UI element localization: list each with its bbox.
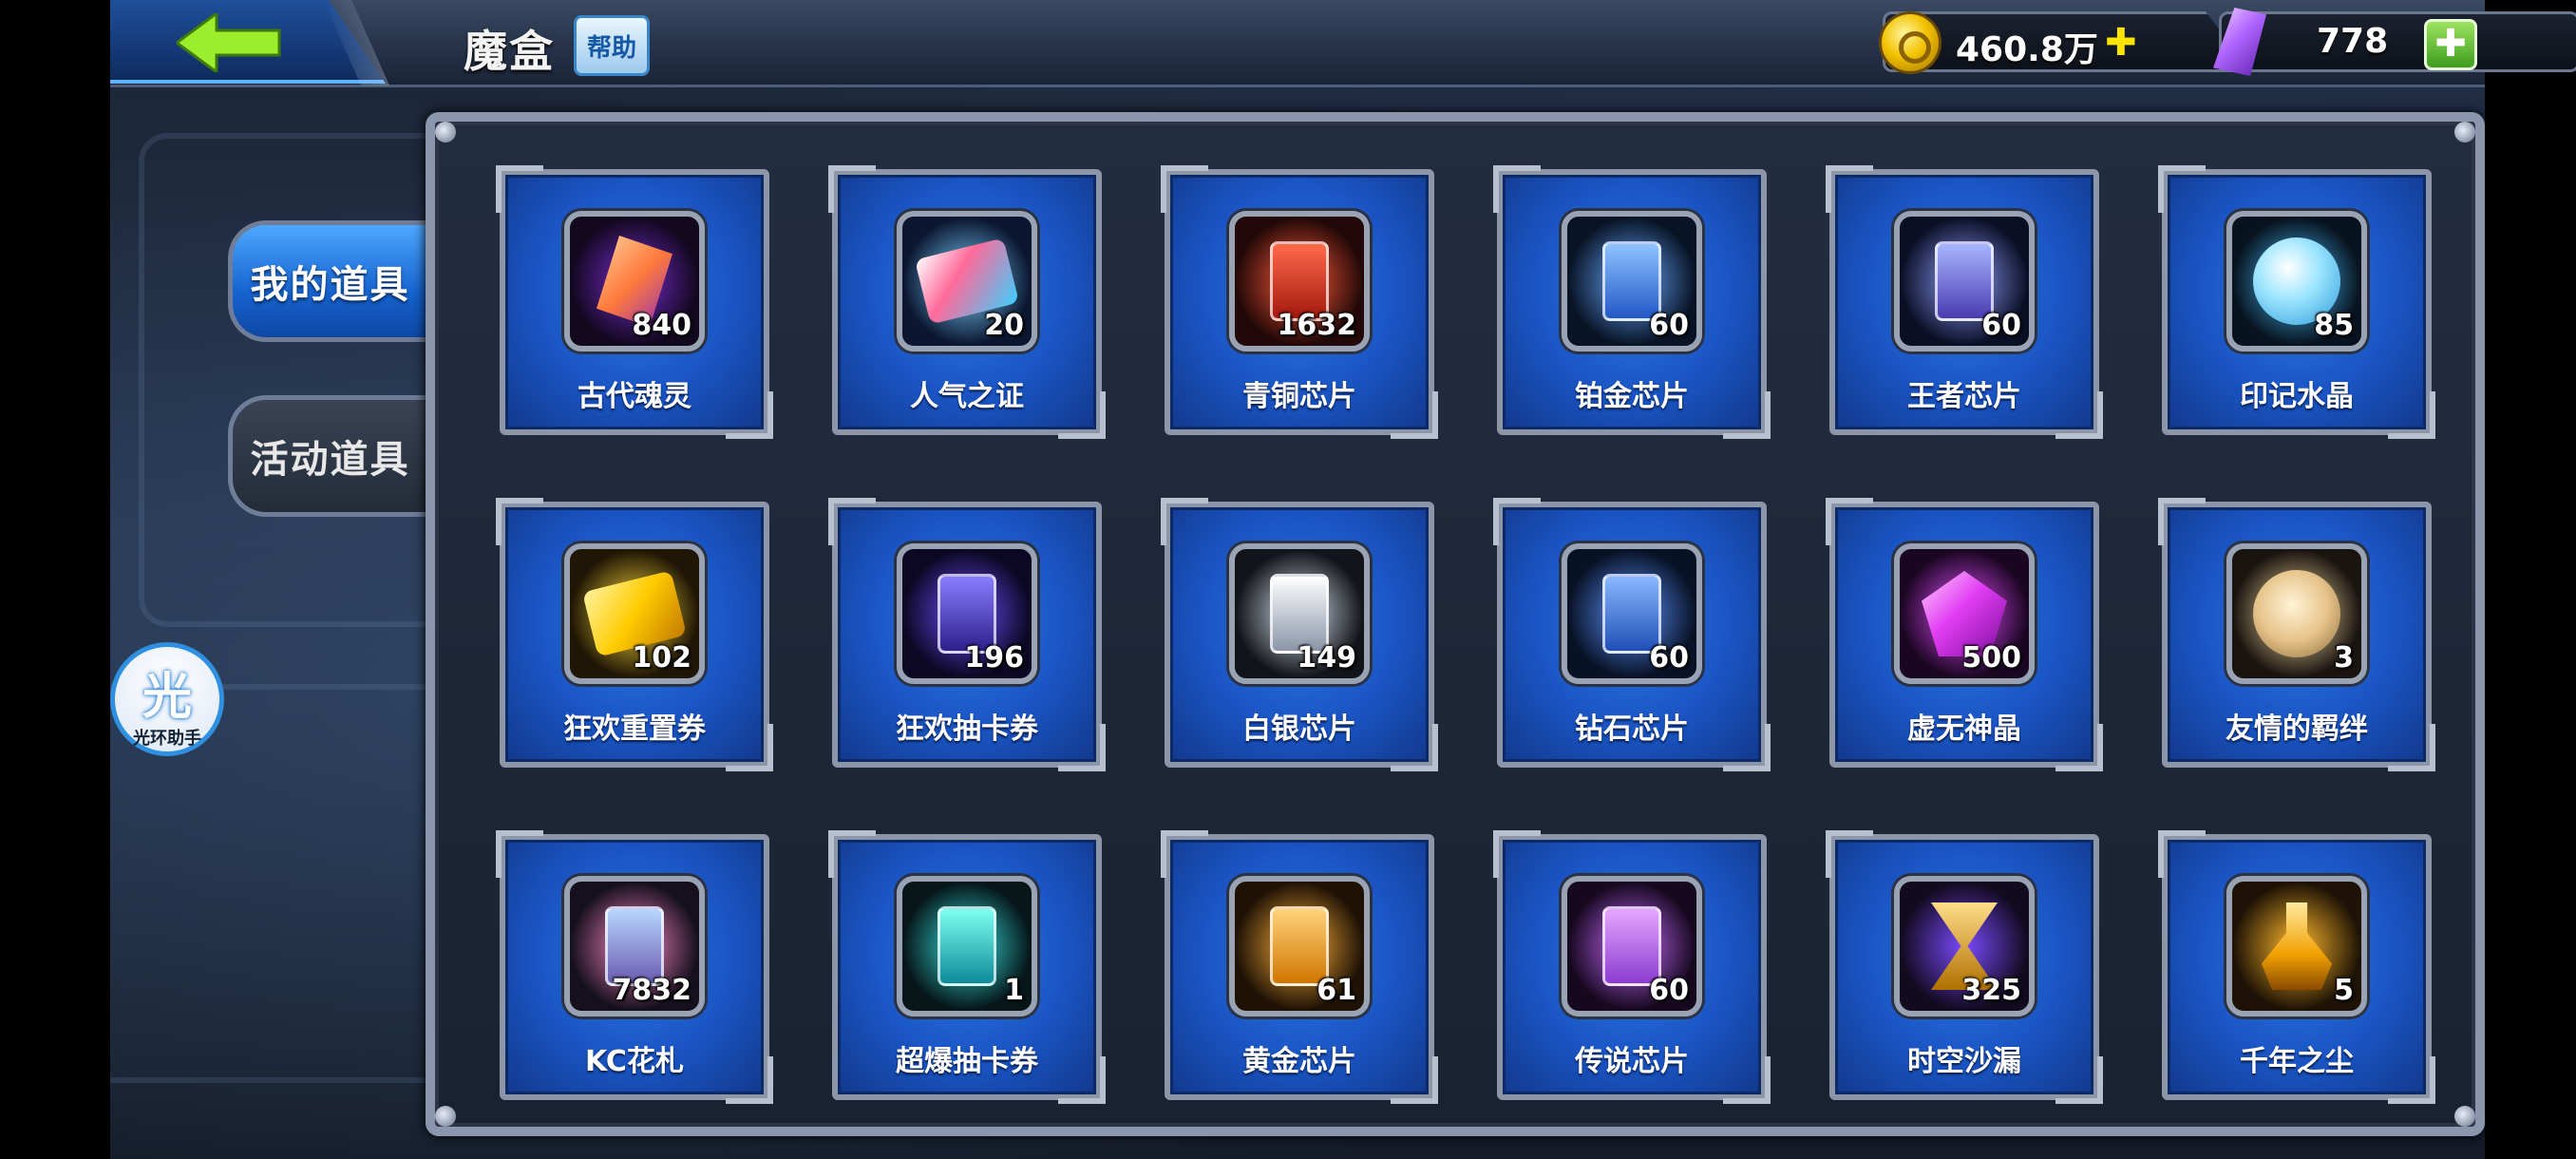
panel-bolt <box>2454 122 2475 142</box>
item-count: 5 <box>2334 974 2354 1007</box>
millennium-dust-icon <box>2262 902 2332 990</box>
tab-my-items[interactable]: 我的道具 <box>228 220 427 342</box>
item-count: 85 <box>2314 309 2354 342</box>
inventory-item[interactable]: 840 古代魂灵 <box>496 165 773 439</box>
item-icon-frame: 60 <box>1562 876 1702 1016</box>
item-name: 黄金芯片 <box>1242 1045 1356 1078</box>
item-icon-frame: 149 <box>1229 543 1370 684</box>
item-name: 超爆抽卡券 <box>896 1045 1038 1078</box>
inventory-item[interactable]: 60 王者芯片 <box>1826 165 2103 439</box>
inventory-item[interactable]: 60 传说芯片 <box>1493 830 1771 1104</box>
inventory-item[interactable]: 325 时空沙漏 <box>1826 830 2103 1104</box>
inventory-item[interactable]: 149 白银芯片 <box>1161 498 1438 771</box>
item-name: 印记水晶 <box>2240 380 2354 413</box>
item-icon-frame: 325 <box>1894 876 2035 1016</box>
item-icon-frame: 85 <box>2226 211 2367 352</box>
item-count: 7832 <box>612 974 692 1007</box>
item-count: 61 <box>1316 974 1356 1007</box>
item-count: 325 <box>1961 974 2021 1007</box>
item-name: KC花札 <box>585 1045 684 1078</box>
item-icon-frame: 5 <box>2226 876 2367 1016</box>
item-icon-frame: 1 <box>897 876 1037 1016</box>
item-icon-frame: 3 <box>2226 543 2367 684</box>
item-count: 102 <box>632 641 691 674</box>
gold-coin-icon <box>1879 11 1941 74</box>
gem-counter: 778 <box>2219 11 2576 72</box>
item-icon-frame: 20 <box>897 211 1037 352</box>
item-count: 3 <box>2334 641 2354 674</box>
item-count: 196 <box>964 641 1024 674</box>
item-count: 60 <box>1981 309 2021 342</box>
tab-event-items[interactable]: 活动道具 <box>228 395 427 517</box>
inventory-panel: 840 古代魂灵 20 人气之证 1632 青铜芯片 60 铂金芯片 60 王者芯片 85 印记水晶 1… <box>426 112 2485 1136</box>
item-count: 60 <box>1649 974 1689 1007</box>
item-icon-frame: 61 <box>1229 876 1370 1016</box>
item-name: 狂欢重置券 <box>563 712 706 746</box>
gold-amount: 460.8万 <box>1956 30 2098 69</box>
panel-bolt <box>435 122 456 142</box>
item-count: 1632 <box>1277 309 1357 342</box>
item-name: 狂欢抽卡券 <box>896 712 1038 746</box>
item-name: 时空沙漏 <box>1907 1045 2021 1078</box>
inventory-item[interactable]: 60 铂金芯片 <box>1493 165 1771 439</box>
item-name: 千年之尘 <box>2240 1045 2354 1078</box>
item-count: 149 <box>1297 641 1356 674</box>
item-name: 古代魂灵 <box>578 380 691 413</box>
add-gold-button[interactable]: ✚ <box>2105 21 2137 65</box>
inventory-item[interactable]: 61 黄金芯片 <box>1161 830 1438 1104</box>
super-draw-ticket-icon <box>938 906 996 986</box>
inventory-item[interactable]: 1 超爆抽卡券 <box>828 830 1106 1104</box>
inventory-item[interactable]: 7832 KC花札 <box>496 830 773 1104</box>
add-gems-button[interactable]: ✚ <box>2424 19 2477 70</box>
back-arrow-icon <box>177 13 281 72</box>
panel-bolt <box>2454 1106 2475 1127</box>
assistant-button[interactable]: 光 光环助手 <box>110 642 224 756</box>
item-count: 500 <box>1961 641 2021 674</box>
panel-bolt <box>435 1106 456 1127</box>
item-name: 传说芯片 <box>1575 1045 1689 1078</box>
friendship-icon <box>2253 570 2340 657</box>
item-icon-frame: 500 <box>1894 543 2035 684</box>
inventory-item[interactable]: 5 千年之尘 <box>2158 830 2435 1104</box>
assistant-glyph: 光 <box>142 669 192 726</box>
item-icon-frame: 840 <box>564 211 705 352</box>
inventory-item[interactable]: 196 狂欢抽卡券 <box>828 498 1106 771</box>
page-title: 魔盒 <box>464 26 555 77</box>
item-icon-frame: 60 <box>1562 543 1702 684</box>
item-name: 钻石芯片 <box>1575 712 1689 746</box>
item-name: 人气之证 <box>910 380 1024 413</box>
item-icon-frame: 102 <box>564 543 705 684</box>
item-icon-frame: 1632 <box>1229 211 1370 352</box>
inventory-item[interactable]: 1632 青铜芯片 <box>1161 165 1438 439</box>
item-icon-frame: 196 <box>897 543 1037 684</box>
gem-amount: 778 <box>2317 22 2389 61</box>
item-count: 60 <box>1649 309 1689 342</box>
item-name: 友情的羁绊 <box>2226 712 2368 746</box>
inventory-item[interactable]: 102 狂欢重置券 <box>496 498 773 771</box>
item-name: 王者芯片 <box>1907 380 2021 413</box>
inventory-item[interactable]: 500 虚无神晶 <box>1826 498 2103 771</box>
item-name: 铂金芯片 <box>1575 380 1689 413</box>
item-icon-frame: 60 <box>1562 211 1702 352</box>
item-name: 虚无神晶 <box>1907 712 2021 746</box>
item-name: 青铜芯片 <box>1242 380 1356 413</box>
item-count: 1 <box>1004 974 1024 1007</box>
inventory-item[interactable]: 85 印记水晶 <box>2158 165 2435 439</box>
inventory-item[interactable]: 60 钻石芯片 <box>1493 498 1771 771</box>
item-count: 840 <box>632 309 691 342</box>
item-icon-frame: 60 <box>1894 211 2035 352</box>
item-count: 60 <box>1649 641 1689 674</box>
item-name: 白银芯片 <box>1242 712 1356 746</box>
item-icon-frame: 7832 <box>564 876 705 1016</box>
inventory-item[interactable]: 20 人气之证 <box>828 165 1106 439</box>
item-count: 20 <box>984 309 1024 342</box>
assistant-label: 光环助手 <box>133 729 201 749</box>
inventory-item[interactable]: 3 友情的羁绊 <box>2158 498 2435 771</box>
help-button[interactable]: 帮助 <box>574 15 650 76</box>
